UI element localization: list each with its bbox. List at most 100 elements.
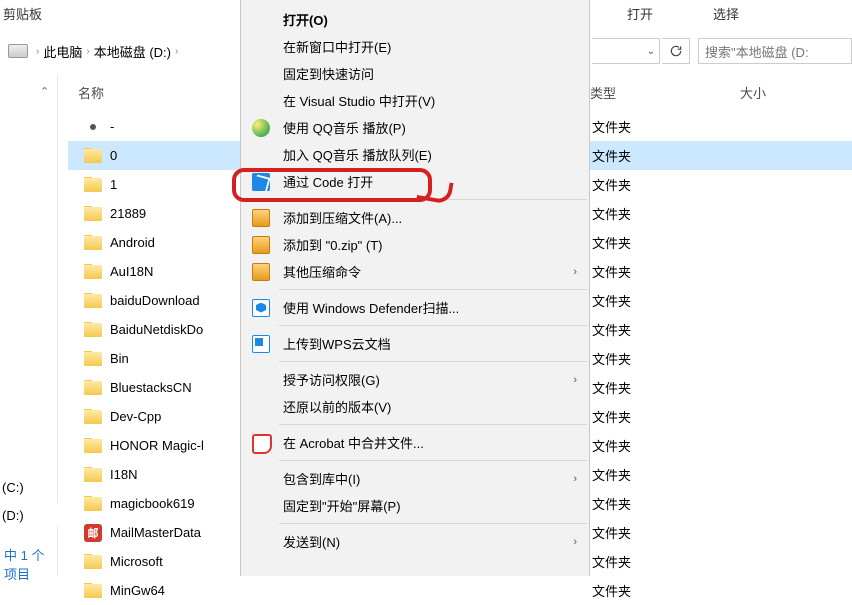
folder-icon	[84, 352, 102, 366]
file-type: 文件夹	[592, 407, 742, 426]
menu-item-label: 添加到压缩文件(A)...	[283, 208, 402, 227]
address-dropdown[interactable]: ⌄	[592, 38, 660, 64]
file-type: 文件夹	[592, 523, 742, 542]
defender-icon	[252, 299, 270, 317]
file-name: baiduDownload	[110, 293, 200, 308]
search-placeholder: 搜索"本地磁盘 (D:	[705, 42, 809, 61]
column-header-type[interactable]: 类型	[590, 83, 740, 102]
file-name: I18N	[110, 467, 137, 482]
expand-icon[interactable]: ⌃	[40, 85, 50, 95]
file-row[interactable]: MinGw64 文件夹	[68, 576, 852, 605]
menu-item-label: 上传到WPS云文档	[283, 334, 391, 353]
zip-icon-icon	[252, 263, 270, 281]
ribbon-groups-right: 打开 选择	[592, 0, 852, 26]
breadcrumb-drive[interactable]: 本地磁盘 (D:)	[94, 42, 171, 61]
refresh-button[interactable]	[662, 38, 690, 64]
menu-item[interactable]: 还原以前的版本(V)	[241, 393, 589, 420]
file-type: 文件夹	[592, 175, 742, 194]
status-bar-selection: 中 1 个项目	[0, 552, 57, 576]
file-type: 文件夹	[592, 262, 742, 281]
file-name: 1	[110, 177, 117, 192]
file-type: 文件夹	[592, 494, 742, 513]
folder-icon	[84, 381, 102, 395]
file-type: 文件夹	[592, 378, 742, 397]
file-type: 文件夹	[592, 320, 742, 339]
column-header-size[interactable]: 大小	[740, 83, 840, 102]
menu-item[interactable]: 上传到WPS云文档	[241, 330, 589, 357]
menu-item-label: 打开(O)	[283, 10, 328, 29]
menu-separator	[279, 523, 587, 524]
menu-item-label: 还原以前的版本(V)	[283, 397, 391, 416]
zip-icon-icon	[252, 209, 270, 227]
folder-icon	[84, 207, 102, 221]
chevron-right-icon: ›	[573, 536, 577, 548]
menu-item-label: 添加到 "0.zip" (T)	[283, 235, 383, 254]
file-type: 文件夹	[592, 117, 742, 136]
search-input[interactable]: 搜索"本地磁盘 (D:	[698, 38, 852, 64]
file-name: AuI18N	[110, 264, 153, 279]
breadcrumb-this-pc[interactable]: 此电脑	[43, 42, 82, 61]
menu-item[interactable]: 添加到 "0.zip" (T)	[241, 231, 589, 258]
mail-icon: 邮	[84, 524, 102, 542]
menu-item[interactable]: 添加到压缩文件(A)...	[241, 204, 589, 231]
menu-item-label: 使用 Windows Defender扫描...	[283, 298, 459, 317]
file-name: magicbook619	[110, 496, 195, 511]
ribbon-open-label: 打开	[627, 4, 653, 23]
menu-item[interactable]: 固定到"开始"屏幕(P)	[241, 492, 589, 519]
zip-icon-icon	[252, 236, 270, 254]
wps-icon-icon	[252, 335, 270, 353]
menu-item[interactable]: 在新窗口中打开(E)	[241, 33, 589, 60]
menu-item[interactable]: 授予访问权限(G)›	[241, 366, 589, 393]
nav-drive-d[interactable]: (D:)	[0, 503, 58, 527]
qq-music-icon	[252, 119, 270, 137]
menu-item-label: 通过 Code 打开	[283, 172, 373, 191]
menu-item-label: 使用 QQ音乐 播放(P)	[283, 118, 406, 137]
menu-item[interactable]: 在 Visual Studio 中打开(V)	[241, 87, 589, 114]
menu-item-label: 在新窗口中打开(E)	[283, 37, 391, 56]
folder-icon	[84, 236, 102, 250]
menu-item[interactable]: 在 Acrobat 中合并文件...	[241, 429, 589, 456]
folder-icon	[84, 497, 102, 511]
folder-icon	[84, 294, 102, 308]
menu-item[interactable]: 使用 QQ音乐 播放(P)	[241, 114, 589, 141]
menu-item-label: 发送到(N)	[283, 532, 340, 551]
breadcrumb[interactable]: › 此电脑 › 本地磁盘 (D:) ›	[36, 42, 178, 61]
menu-item[interactable]: 使用 Windows Defender扫描...	[241, 294, 589, 321]
menu-item[interactable]: 加入 QQ音乐 播放队列(E)	[241, 141, 589, 168]
file-name: BluestacksCN	[110, 380, 192, 395]
file-type: 文件夹	[592, 291, 742, 310]
file-name: 0	[110, 148, 117, 163]
menu-item[interactable]: 发送到(N) ›	[241, 528, 589, 555]
folder-icon	[84, 468, 102, 482]
folder-icon	[84, 149, 102, 163]
menu-item[interactable]: 其他压缩命令›	[241, 258, 589, 285]
nav-drive-c[interactable]: (C:)	[0, 475, 58, 499]
menu-item[interactable]: 通过 Code 打开	[241, 168, 589, 195]
menu-separator	[279, 361, 587, 362]
file-name: HONOR Magic-l	[110, 438, 204, 453]
bullet-icon	[90, 124, 96, 130]
menu-item-label: 固定到"开始"屏幕(P)	[283, 496, 401, 515]
chevron-right-icon: ›	[36, 46, 39, 57]
file-name: Android	[110, 235, 155, 250]
acrobat-icon	[252, 434, 270, 452]
file-name: -	[110, 119, 114, 134]
menu-item[interactable]: 打开(O)	[241, 6, 589, 33]
file-name: MinGw64	[110, 583, 165, 598]
menu-separator	[279, 199, 587, 200]
folder-icon	[84, 555, 102, 569]
vscode-icon	[252, 173, 270, 191]
chevron-right-icon: ›	[573, 473, 577, 485]
menu-item-label: 固定到快速访问	[283, 64, 374, 83]
chevron-right-icon: ›	[573, 374, 577, 386]
file-type: 文件夹	[592, 552, 742, 571]
menu-item[interactable]: 固定到快速访问	[241, 60, 589, 87]
refresh-icon	[669, 44, 683, 58]
file-name: BaiduNetdiskDo	[110, 322, 203, 337]
file-type: 文件夹	[592, 581, 742, 600]
chevron-right-icon: ›	[573, 266, 577, 278]
file-type: 文件夹	[592, 436, 742, 455]
menu-item[interactable]: 包含到库中(I)›	[241, 465, 589, 492]
context-menu: 打开(O) 在新窗口中打开(E) 固定到快速访问在 Visual Studio 中打…	[240, 0, 590, 576]
chevron-right-icon: ›	[86, 46, 89, 57]
